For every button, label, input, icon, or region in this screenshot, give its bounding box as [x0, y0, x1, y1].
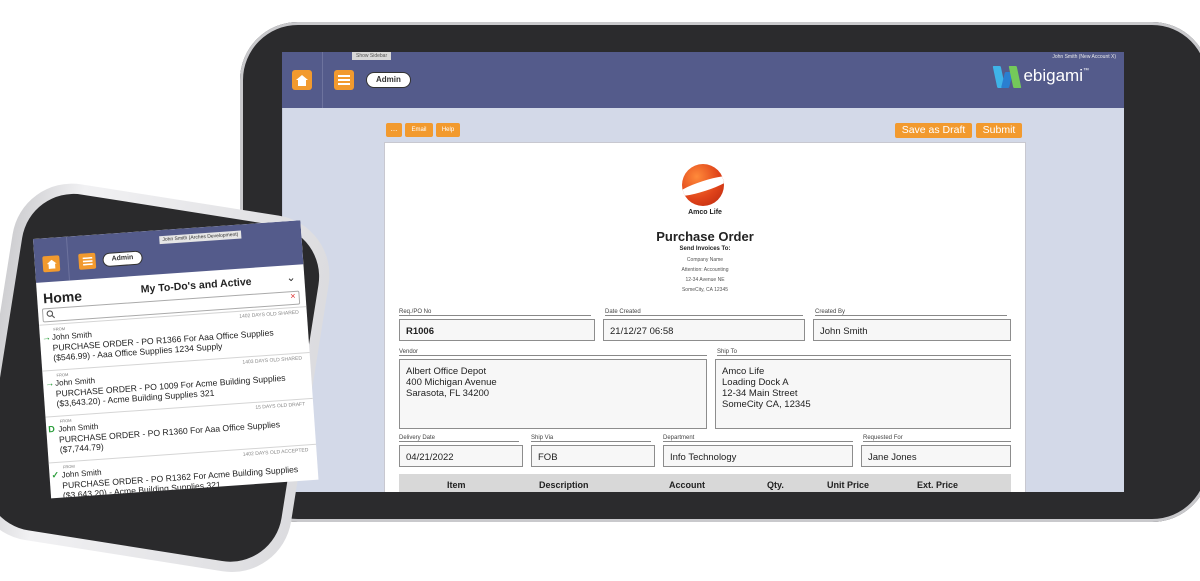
ship-to-field[interactable]: Amco Life Loading Dock A 12-34 Main Stre… — [715, 359, 1011, 429]
hamburger-icon — [338, 75, 350, 85]
from-label: FROM — [56, 371, 69, 378]
home-button[interactable] — [42, 255, 61, 273]
send-invoices-heading: Send Invoices To: — [679, 246, 731, 252]
ship-via-field[interactable]: FOB — [531, 445, 655, 467]
logo-text: ebigami — [1023, 66, 1083, 85]
req-po-field[interactable]: R1006 — [399, 319, 595, 341]
date-created-field[interactable]: 21/12/27 06:58 — [603, 319, 805, 341]
address-line: Attention: Accounting — [681, 267, 729, 273]
from-label: FROM — [59, 417, 72, 424]
home-button[interactable] — [292, 70, 312, 90]
chevron-down-icon[interactable]: ⌄ — [286, 271, 296, 285]
search-icon — [46, 310, 56, 319]
address-line: Company Name — [686, 257, 724, 263]
ship-to-label: Ship To — [717, 349, 1011, 356]
tablet-screen: Show Sidebar Admin John Smith (New Accou… — [282, 52, 1124, 492]
accepted-check-icon: ✓ — [51, 469, 60, 481]
filter-dropdown[interactable]: My To-Do's and Active — [140, 276, 252, 296]
delivery-date-label: Delivery Date — [399, 435, 519, 442]
page-title: Home — [42, 287, 83, 307]
requested-for-label: Requested For — [863, 435, 1011, 442]
admin-button[interactable]: Admin — [102, 250, 143, 268]
hamburger-icon — [82, 256, 93, 266]
date-created-label: Date Created — [605, 309, 803, 316]
department-label: Department — [663, 435, 853, 442]
phone-screen: Admin John Smith (Arches Development) Ho… — [33, 220, 319, 499]
more-button[interactable]: ... — [386, 123, 402, 137]
save-as-draft-button[interactable]: Save as Draft — [895, 123, 972, 138]
req-po-label: Req./PO No — [399, 309, 591, 316]
delivery-date-field[interactable]: 04/21/2022 — [399, 445, 523, 467]
home-icon — [296, 74, 308, 86]
help-button[interactable]: Help — [436, 123, 460, 137]
document-title: Purchase Order — [656, 229, 754, 244]
from-label: FROM — [53, 325, 66, 332]
home-icon — [46, 259, 57, 269]
email-button[interactable]: Email — [405, 123, 433, 137]
ship-via-label: Ship Via — [531, 435, 651, 442]
requested-for-field[interactable]: Jane Jones — [861, 445, 1011, 467]
user-account-label[interactable]: John Smith (Arches Development) — [159, 230, 242, 245]
shared-arrow-icon: → — [44, 377, 55, 389]
shared-arrow-icon: → — [41, 332, 52, 343]
item-meta: 1402 DAYS OLD ACCEPTED — [242, 447, 309, 458]
admin-button[interactable]: Admin — [366, 72, 411, 88]
header-divider — [322, 52, 323, 108]
webigami-logo: ebigami ™ — [993, 64, 1089, 88]
vendor-field[interactable]: Albert Office Depot 400 Michigan Avenue … — [399, 359, 707, 429]
department-field[interactable]: Info Technology — [663, 445, 853, 467]
created-by-field[interactable]: John Smith — [813, 319, 1011, 341]
address-line: SomeCity, CA 12345 — [681, 287, 729, 293]
address-line: 12-34 Avenue NE — [685, 277, 725, 283]
purchase-order-document: Amco Life Purchase Order Send Invoices T… — [384, 142, 1026, 492]
menu-button[interactable] — [334, 70, 354, 90]
item-meta: 1402 DAYS OLD SHARED — [239, 309, 299, 320]
company-logo-name: Amco Life — [688, 209, 722, 216]
user-account-label[interactable]: John Smith (New Account X) — [1052, 54, 1116, 60]
show-sidebar-button[interactable]: Show Sidebar — [352, 52, 392, 60]
app-header: Show Sidebar Admin John Smith (New Accou… — [282, 52, 1124, 108]
logo-tm: ™ — [1083, 68, 1089, 74]
webigami-w-icon — [993, 64, 1022, 88]
submit-button[interactable]: Submit — [976, 123, 1022, 138]
item-meta: 1403 DAYS OLD SHARED — [242, 355, 303, 366]
line-items-header: Item Description Account Qty. Unit Price… — [399, 474, 1011, 492]
draft-icon: D — [47, 423, 56, 435]
created-by-label: Created By — [815, 309, 1007, 316]
from-label: FROM — [62, 463, 75, 470]
menu-button[interactable] — [78, 252, 97, 270]
header-divider — [65, 236, 70, 281]
item-meta: 15 DAYS OLD DRAFT — [255, 401, 306, 411]
amco-life-logo — [682, 164, 724, 206]
vendor-label: Vendor — [399, 349, 707, 356]
clear-search-icon[interactable]: × — [290, 291, 296, 301]
